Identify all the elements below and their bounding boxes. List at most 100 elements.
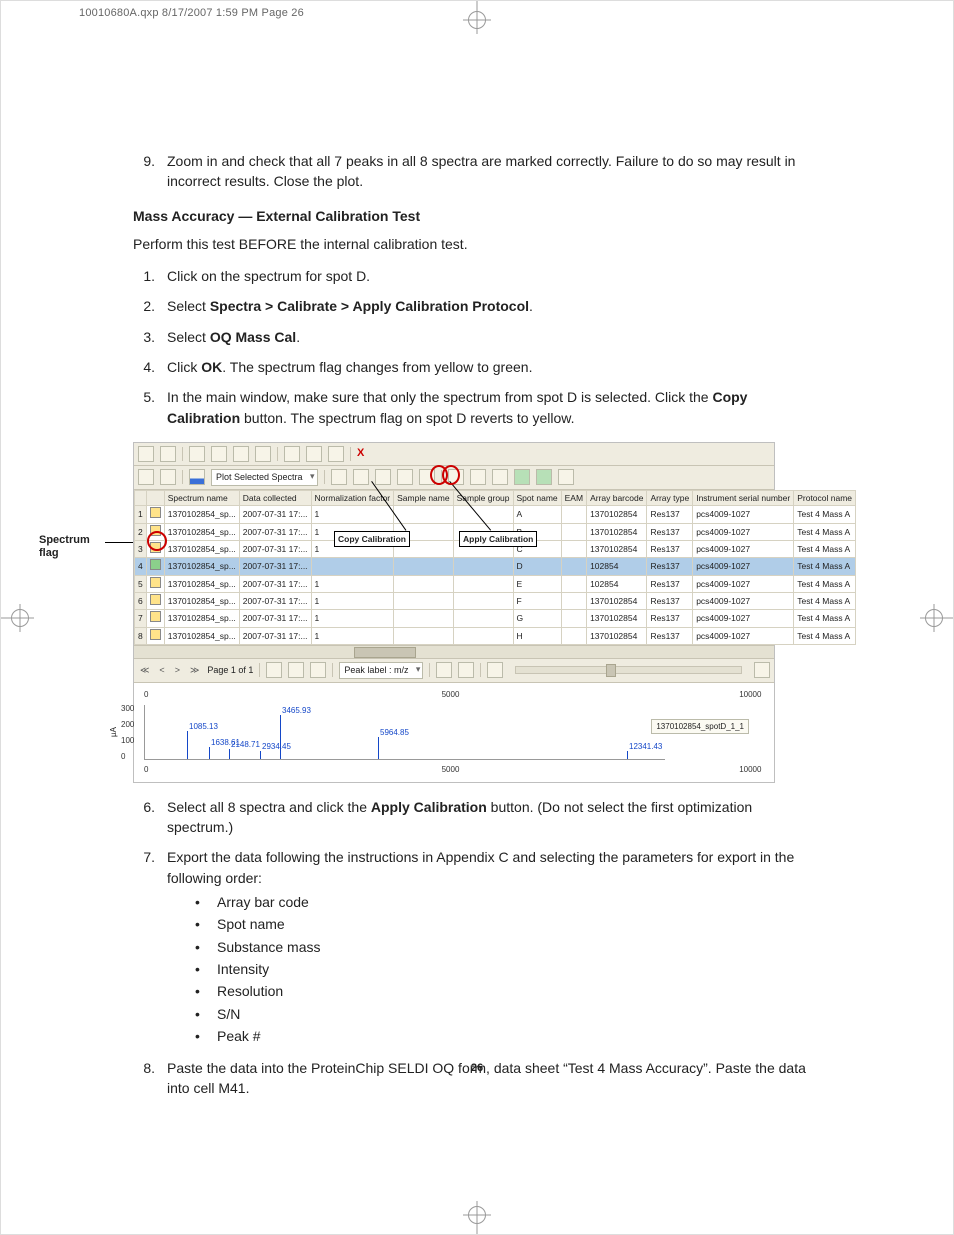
column-header[interactable]: Instrument serial number xyxy=(693,491,794,506)
chart-icon[interactable] xyxy=(189,469,205,485)
toolbar-icon[interactable] xyxy=(331,469,347,485)
table-cell: F xyxy=(513,592,561,609)
toolbar-icon[interactable] xyxy=(211,446,227,462)
registration-mark-top xyxy=(468,11,486,29)
toolbar-icon[interactable] xyxy=(138,469,154,485)
separator xyxy=(324,470,325,484)
step-6: 6. Select all 8 spectra and click the Ap… xyxy=(133,797,821,838)
column-header[interactable]: Spectrum name xyxy=(164,491,239,506)
toolbar-icon[interactable] xyxy=(306,446,322,462)
table-row[interactable]: 61370102854_sp...2007-07-31 17:...1F1370… xyxy=(135,592,856,609)
toolbar-icon[interactable] xyxy=(160,446,176,462)
spectrum-flag-icon xyxy=(150,542,161,553)
peak xyxy=(260,751,261,759)
zoom-slider[interactable] xyxy=(515,666,742,674)
table-cell xyxy=(561,540,586,557)
toolbar-icon[interactable] xyxy=(310,662,326,678)
plot-mode-dropdown[interactable]: Plot Selected Spectra xyxy=(211,469,318,486)
step-number: 7. xyxy=(133,847,155,1048)
list-item: Substance mass xyxy=(195,937,821,957)
toolbar-icon[interactable] xyxy=(233,446,249,462)
column-header[interactable]: Data collected xyxy=(239,491,311,506)
toolbar-icon[interactable] xyxy=(419,469,435,485)
table-cell: Res137 xyxy=(647,627,693,644)
toolbar-icon[interactable] xyxy=(492,469,508,485)
column-header[interactable]: Normalization factor xyxy=(311,491,394,506)
table-row[interactable]: 11370102854_sp...2007-07-31 17:...1A1370… xyxy=(135,506,856,523)
table-cell xyxy=(561,523,586,540)
toolbar-icon[interactable] xyxy=(284,446,300,462)
toolbar-icon[interactable] xyxy=(255,446,271,462)
toolbar-icon[interactable] xyxy=(397,469,413,485)
table-row[interactable]: 41370102854_sp...2007-07-31 17:...D10285… xyxy=(135,558,856,575)
spectra-table[interactable]: Spectrum nameData collectedNormalization… xyxy=(134,490,856,645)
y-tick: 100 xyxy=(121,735,134,747)
toolbar-icon[interactable] xyxy=(754,662,770,678)
column-header[interactable]: Sample group xyxy=(453,491,513,506)
toolbar-icon[interactable] xyxy=(189,446,205,462)
table-cell: 1370102854_sp... xyxy=(164,523,239,540)
apply-calibration-icon[interactable] xyxy=(536,469,552,485)
toolbar-icon[interactable] xyxy=(375,469,391,485)
toolbar-icon[interactable] xyxy=(436,662,452,678)
table-row[interactable]: 71370102854_sp...2007-07-31 17:...1G1370… xyxy=(135,610,856,627)
table-cell: 1370102854 xyxy=(587,540,647,557)
step-9: 9. Zoom in and check that all 7 peaks in… xyxy=(133,151,821,192)
spectrum-flag-icon xyxy=(150,507,161,518)
delete-icon[interactable]: X xyxy=(357,447,364,461)
peak xyxy=(280,715,281,759)
toolbar-icon[interactable] xyxy=(487,662,503,678)
table-cell: 7 xyxy=(135,610,147,627)
column-header[interactable]: Spot name xyxy=(513,491,561,506)
table-cell xyxy=(561,558,586,575)
table-cell: 2 xyxy=(135,523,147,540)
toolbar-icon[interactable] xyxy=(458,662,474,678)
table-cell: pcs4009-1027 xyxy=(693,506,794,523)
toolbar-icon[interactable] xyxy=(328,446,344,462)
table-cell xyxy=(561,610,586,627)
toolbar-icon[interactable] xyxy=(138,446,154,462)
column-header[interactable] xyxy=(135,491,147,506)
table-cell: 2007-07-31 17:... xyxy=(239,558,311,575)
table-cell: 2007-07-31 17:... xyxy=(239,540,311,557)
last-page-button[interactable]: ≫ xyxy=(188,664,201,677)
figure-wrapper: Spectrumflag Copy Calibration Apply Cali… xyxy=(89,442,821,783)
column-header[interactable]: Array barcode xyxy=(587,491,647,506)
scrollbar-thumb[interactable] xyxy=(354,647,416,658)
table-cell: 3 xyxy=(135,540,147,557)
horizontal-scrollbar[interactable] xyxy=(134,645,774,658)
first-page-button[interactable]: ≪ xyxy=(138,664,151,677)
copy-calibration-icon[interactable] xyxy=(514,469,530,485)
table-cell: 1370102854_sp... xyxy=(164,575,239,592)
toolbar-icon[interactable] xyxy=(288,662,304,678)
peak xyxy=(209,747,210,759)
toolbar-icon[interactable] xyxy=(470,469,486,485)
column-header[interactable]: Array type xyxy=(647,491,693,506)
column-header[interactable]: Sample name xyxy=(394,491,453,506)
next-page-button[interactable]: > xyxy=(173,664,182,677)
list-item: Spot name xyxy=(195,914,821,934)
column-header[interactable]: EAM xyxy=(561,491,586,506)
step-number: 3. xyxy=(133,327,155,347)
step-number: 9. xyxy=(133,151,155,192)
toolbar-icon[interactable] xyxy=(558,469,574,485)
toolbar-icon[interactable] xyxy=(160,469,176,485)
toolbar-icon[interactable] xyxy=(353,469,369,485)
step-text: Export the data following the instructio… xyxy=(167,847,821,1048)
toolbar-icon[interactable] xyxy=(266,662,282,678)
table-row[interactable]: 81370102854_sp...2007-07-31 17:...1H1370… xyxy=(135,627,856,644)
section-heading: Mass Accuracy — External Calibration Tes… xyxy=(133,206,821,226)
column-header[interactable] xyxy=(146,491,164,506)
table-cell: Test 4 Mass A xyxy=(794,540,856,557)
peak-label-dropdown[interactable]: Peak label : m/z xyxy=(339,662,423,679)
table-cell: H xyxy=(513,627,561,644)
list-item: Peak # xyxy=(195,1026,821,1046)
column-header[interactable]: Protocol name xyxy=(794,491,856,506)
spectrum-plot: 0 5000 10000 µA 300 200 100 0 xyxy=(134,682,774,782)
prev-page-button[interactable]: < xyxy=(157,664,166,677)
peak xyxy=(229,749,230,759)
table-cell xyxy=(453,592,513,609)
callout-copy-calibration: Copy Calibration xyxy=(334,531,410,547)
table-row[interactable]: 51370102854_sp...2007-07-31 17:...1E1028… xyxy=(135,575,856,592)
step-text: Zoom in and check that all 7 peaks in al… xyxy=(167,151,821,192)
